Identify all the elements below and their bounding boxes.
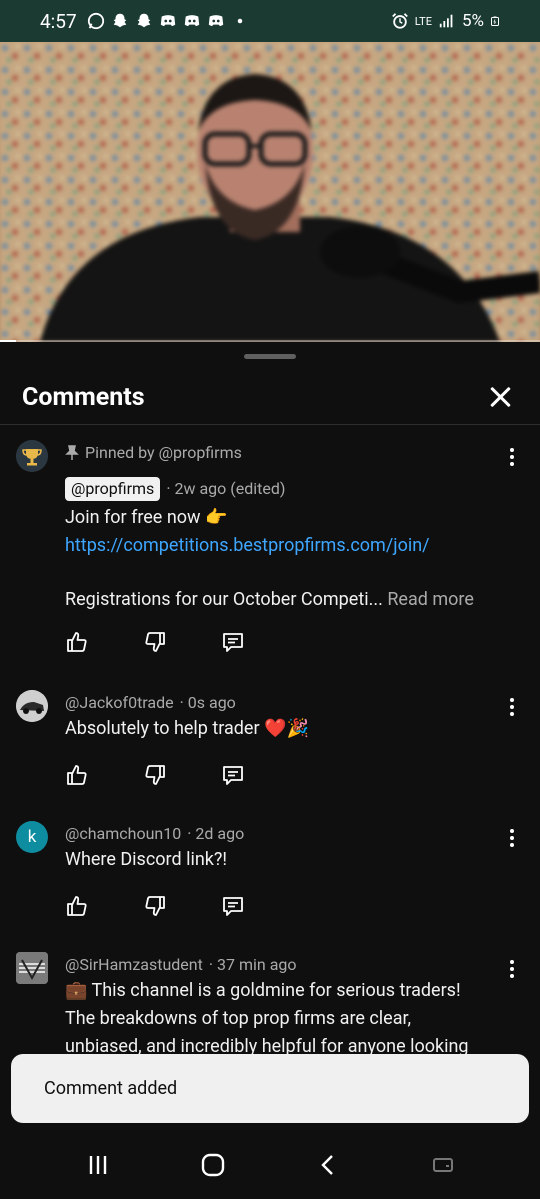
- comment-link[interactable]: https://competitions.bestpropfirms.com/j…: [65, 532, 480, 560]
- more-options-icon[interactable]: [508, 698, 516, 720]
- snapchat-icon: [113, 13, 126, 28]
- like-button[interactable]: [65, 761, 143, 789]
- thumbs-down-icon: [145, 765, 165, 785]
- close-icon[interactable]: [486, 383, 514, 411]
- thumbs-up-icon: [67, 765, 87, 785]
- comment-meta: @Jackof0trade · 0s ago: [65, 682, 480, 714]
- back-button[interactable]: [308, 1145, 348, 1185]
- more-options-icon[interactable]: [508, 960, 516, 982]
- comments-header: Comments: [0, 370, 540, 425]
- status-time: 4:57: [40, 9, 77, 33]
- comment-time: · 37 min ago: [208, 955, 297, 974]
- comment-time: · 2d ago: [187, 824, 245, 843]
- thumbs-up-icon: [67, 632, 87, 652]
- pin-icon: [65, 445, 79, 460]
- thumbs-up-icon: [67, 896, 87, 916]
- pinned-label: Pinned by @propfirms: [85, 443, 242, 462]
- keyboard-toggle-button[interactable]: [423, 1145, 463, 1185]
- more-options-icon[interactable]: [508, 448, 516, 470]
- snackbar: Comment added: [11, 1054, 529, 1123]
- comment-line: Registrations for our October Competi...…: [65, 586, 480, 614]
- comment-text: Join for free now 👉 https://competitions…: [65, 504, 480, 614]
- comments-list: Pinned by @propfirms @propfirms · 2w ago…: [0, 432, 540, 1064]
- letter-avatar[interactable]: k: [16, 821, 48, 853]
- keyboard-toggle-icon: [432, 1157, 453, 1172]
- comment-item: Pinned by @propfirms @propfirms · 2w ago…: [0, 432, 540, 682]
- discord-icon: [208, 15, 223, 26]
- dot-icon: [237, 18, 242, 24]
- thumbs-down-icon: [145, 632, 165, 652]
- status-bar: 4:57 LTE 5%: [0, 0, 540, 42]
- snapchat-icon: [137, 13, 150, 28]
- home-button[interactable]: [193, 1145, 233, 1185]
- thumbs-down-icon: [145, 896, 165, 916]
- comment-item: k @chamchoun10 · 2d ago Where Discord li…: [0, 813, 540, 944]
- comment-item: @SirHamzastudent · 37 min ago 💼 This cha…: [0, 944, 540, 1064]
- recents-icon: [89, 1155, 106, 1174]
- snackbar-message: Comment added: [44, 1078, 178, 1099]
- reply-icon: [223, 766, 243, 785]
- comment-line: Join for free now 👉: [65, 507, 228, 528]
- trophy-icon[interactable]: [16, 440, 48, 472]
- recents-button[interactable]: [78, 1145, 118, 1185]
- avatar-letter: k: [27, 827, 37, 847]
- comment-meta: @chamchoun10 · 2d ago: [65, 813, 480, 845]
- system-nav-bar: [0, 1130, 540, 1199]
- comments-title: Comments: [22, 382, 145, 412]
- more-options-icon[interactable]: [508, 829, 516, 851]
- drag-handle[interactable]: [244, 354, 296, 359]
- reply-icon: [223, 633, 243, 652]
- discord-icon: [160, 15, 175, 26]
- battery-icon: [491, 16, 499, 26]
- network-type: LTE: [414, 14, 432, 28]
- alarm-icon: [391, 13, 408, 29]
- discord-icon: [184, 15, 199, 26]
- whatsapp-icon: [87, 12, 104, 30]
- comment-author[interactable]: @Jackof0trade: [65, 692, 174, 714]
- car-avatar[interactable]: [16, 690, 48, 722]
- comment-actions: [65, 761, 480, 789]
- back-icon: [320, 1154, 333, 1175]
- reply-button[interactable]: [221, 892, 299, 920]
- comment-truncated: Registrations for our October Competi...: [65, 589, 383, 610]
- dislike-button[interactable]: [143, 892, 221, 920]
- dislike-button[interactable]: [143, 761, 221, 789]
- home-icon: [201, 1153, 224, 1176]
- comments-sheet: Comments Pinned by @propfirms @propfirms…: [0, 342, 540, 1119]
- video-player[interactable]: [0, 42, 540, 342]
- comment-author[interactable]: @propfirms: [65, 477, 161, 501]
- comment-text: 💼 This channel is a goldmine for serious…: [65, 980, 469, 1057]
- video-frame: [0, 42, 540, 342]
- dislike-button[interactable]: [143, 628, 221, 656]
- reply-icon: [223, 897, 243, 916]
- comment-time: · 2w ago (edited): [166, 479, 286, 498]
- reply-button[interactable]: [221, 628, 299, 656]
- comment-meta: @propfirms · 2w ago (edited): [65, 477, 480, 501]
- logo-avatar[interactable]: [16, 952, 48, 984]
- signal-icon: [439, 14, 453, 28]
- like-button[interactable]: [65, 892, 143, 920]
- comment-text: Absolutely to help trader ❤️🎉: [65, 718, 309, 739]
- reply-button[interactable]: [221, 761, 299, 789]
- comment-author[interactable]: @chamchoun10: [65, 823, 181, 845]
- read-more-link[interactable]: Read more: [387, 589, 474, 610]
- pinned-label-row: Pinned by @propfirms: [65, 432, 480, 464]
- battery-percent: 5%: [461, 11, 484, 31]
- comment-item: @Jackof0trade · 0s ago Absolutely to hel…: [0, 682, 540, 813]
- comment-actions: [65, 628, 480, 656]
- comment-actions: [65, 892, 480, 920]
- comment-meta: @SirHamzastudent · 37 min ago: [65, 944, 480, 976]
- comment-author[interactable]: @SirHamzastudent: [65, 954, 203, 976]
- like-button[interactable]: [65, 628, 143, 656]
- comment-time: · 0s ago: [179, 693, 236, 712]
- comment-text: Where Discord link?!: [65, 849, 228, 870]
